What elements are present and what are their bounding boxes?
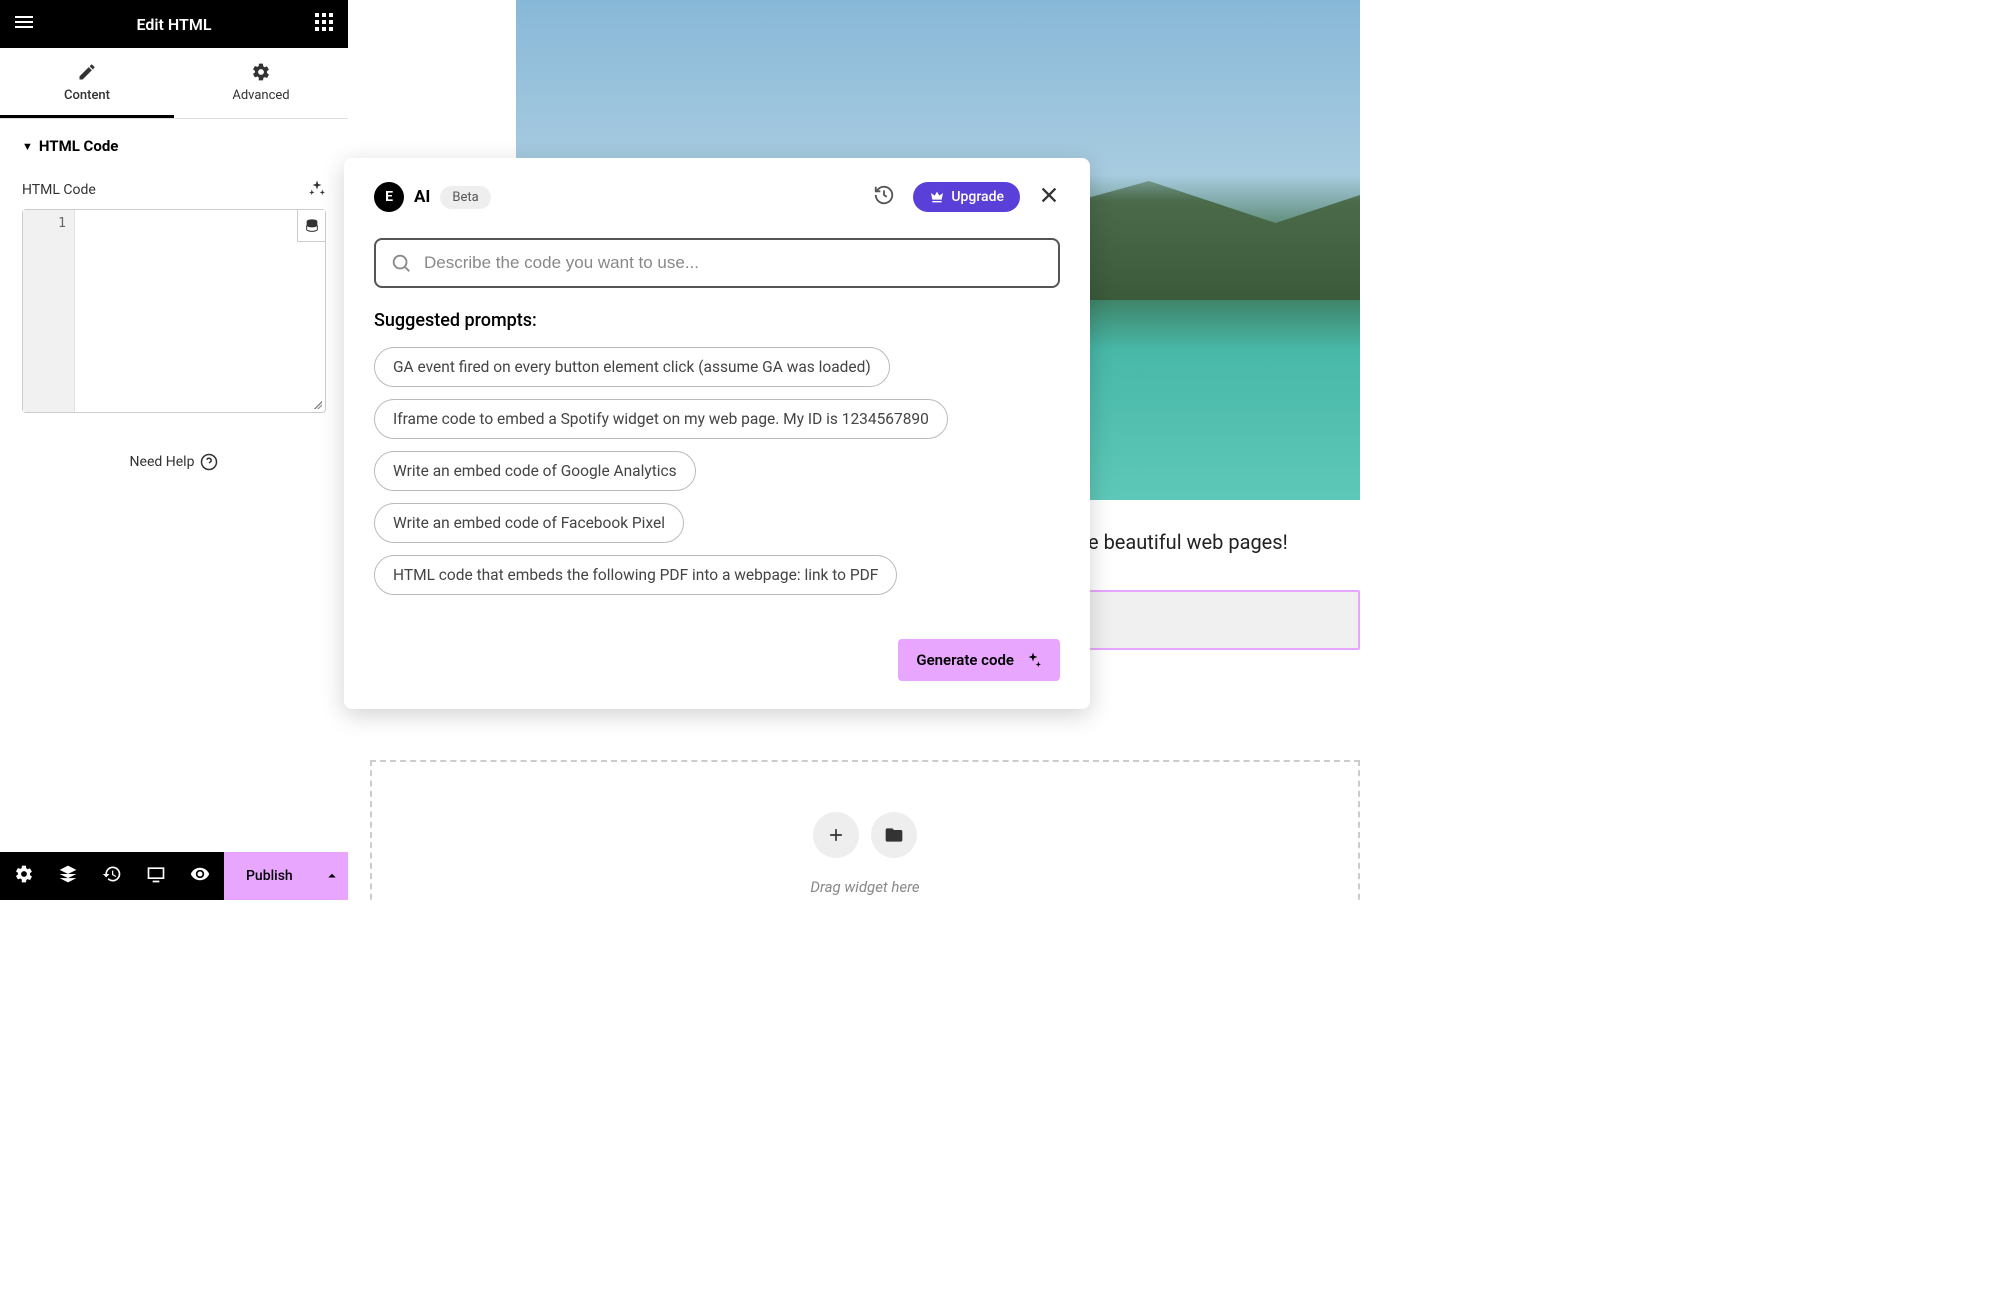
generate-button[interactable]: Generate code	[898, 639, 1060, 681]
close-icon[interactable]	[1038, 184, 1060, 210]
modal-title: AI	[414, 187, 430, 207]
menu-icon[interactable]	[12, 10, 36, 38]
pencil-icon	[77, 62, 97, 82]
widget-drop-zone[interactable]: Drag widget here	[370, 760, 1360, 900]
prompt-chip[interactable]: Write an embed code of Google Analytics	[374, 451, 696, 491]
prompt-chip[interactable]: GA event fired on every button element c…	[374, 347, 890, 387]
generate-label: Generate code	[916, 651, 1014, 669]
canvas-tagline: e beautiful web pages!	[1088, 530, 1288, 554]
field-label-row: HTML Code	[22, 179, 326, 201]
publish-label: Publish	[246, 868, 293, 884]
ai-modal: E AI Beta Upgrade Suggested prompts: GA …	[344, 158, 1090, 709]
prompt-chip[interactable]: Write an embed code of Facebook Pixel	[374, 503, 684, 543]
prompt-chip[interactable]: HTML code that embeds the following PDF …	[374, 555, 897, 595]
html-code-editor[interactable]: 1	[22, 209, 326, 413]
add-widget-button[interactable]	[813, 812, 859, 858]
chevron-up-icon	[323, 867, 341, 885]
sidebar: Edit HTML Content Advanced ▼ HTML Code H…	[0, 0, 348, 900]
plus-icon	[826, 825, 846, 845]
beta-badge: Beta	[440, 186, 490, 209]
section-title-label: HTML Code	[39, 137, 118, 155]
sparkle-icon	[1024, 651, 1042, 669]
modal-header-right: Upgrade	[873, 182, 1060, 212]
line-number: 1	[23, 216, 66, 231]
footer-icons	[0, 864, 224, 888]
dynamic-data-icon[interactable]	[297, 210, 325, 242]
need-help-link[interactable]: Need Help	[22, 413, 326, 491]
gear-icon	[251, 62, 271, 82]
navigator-icon[interactable]	[58, 864, 78, 888]
prompt-input[interactable]	[424, 253, 1044, 273]
apps-grid-icon[interactable]	[312, 10, 336, 38]
folder-icon	[884, 825, 904, 845]
modal-header: E AI Beta Upgrade	[374, 182, 1060, 212]
panel-content: ▼ HTML Code HTML Code 1 Need Help	[0, 119, 348, 900]
sidebar-header: Edit HTML	[0, 0, 348, 48]
settings-icon[interactable]	[14, 864, 34, 888]
prompt-chip[interactable]: Iframe code to embed a Spotify widget on…	[374, 399, 948, 439]
section-html-code[interactable]: ▼ HTML Code	[22, 137, 326, 155]
elementor-logo: E	[374, 182, 404, 212]
sparkle-icon[interactable]	[308, 179, 326, 201]
drop-buttons	[813, 812, 917, 858]
field-label: HTML Code	[22, 182, 96, 198]
publish-button[interactable]: Publish	[224, 852, 359, 900]
drop-text: Drag widget here	[810, 878, 919, 896]
responsive-icon[interactable]	[146, 864, 166, 888]
tab-advanced[interactable]: Advanced	[174, 48, 348, 118]
history-icon[interactable]	[873, 184, 895, 210]
sidebar-tabs: Content Advanced	[0, 48, 348, 119]
resize-handle[interactable]	[311, 398, 323, 410]
code-gutter: 1	[23, 210, 75, 412]
modal-footer: Generate code	[374, 639, 1060, 681]
prompt-input-wrapper[interactable]	[374, 238, 1060, 288]
folder-button[interactable]	[871, 812, 917, 858]
sidebar-footer: Publish	[0, 852, 348, 900]
need-help-label: Need Help	[130, 454, 195, 470]
history-icon[interactable]	[102, 864, 122, 888]
tab-advanced-label: Advanced	[232, 88, 289, 103]
tab-content-label: Content	[64, 88, 110, 103]
prompt-list: GA event fired on every button element c…	[374, 347, 1060, 607]
search-icon	[390, 252, 412, 274]
help-icon	[200, 453, 218, 471]
preview-icon[interactable]	[190, 864, 210, 888]
upgrade-button[interactable]: Upgrade	[913, 182, 1020, 212]
crown-icon	[929, 189, 945, 205]
caret-down-icon: ▼	[22, 140, 33, 153]
suggested-prompts-title: Suggested prompts:	[374, 310, 1060, 331]
sidebar-title: Edit HTML	[137, 15, 212, 34]
code-area[interactable]	[75, 210, 325, 412]
tab-content[interactable]: Content	[0, 48, 174, 118]
upgrade-label: Upgrade	[951, 189, 1004, 205]
